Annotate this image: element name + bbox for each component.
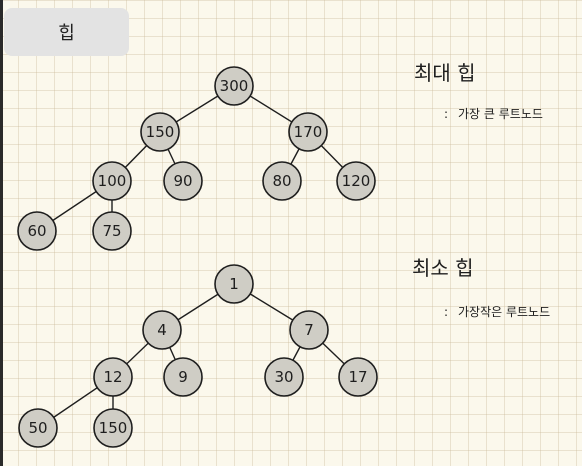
node-value: 9 bbox=[178, 368, 188, 386]
node-value: 12 bbox=[103, 368, 122, 386]
node-value: 100 bbox=[98, 172, 127, 190]
node-value: 120 bbox=[342, 172, 371, 190]
node-value: 60 bbox=[27, 222, 46, 240]
node-value: 50 bbox=[28, 419, 47, 437]
max-heap-edges bbox=[36, 85, 357, 232]
node-value: 4 bbox=[157, 321, 167, 339]
heap-diagram-canvas: 300 150 170 100 90 80 120 60 75 최대 힙 : 가… bbox=[17, 61, 550, 448]
node-value: 150 bbox=[99, 419, 128, 437]
min-heap-edges bbox=[37, 283, 359, 429]
heap-node: 30 bbox=[264, 357, 304, 397]
heap-node: 80 bbox=[262, 161, 302, 201]
node-value: 1 bbox=[229, 275, 239, 293]
node-value: 80 bbox=[272, 172, 291, 190]
heap-node: 150 bbox=[93, 408, 133, 448]
heap-node: 7 bbox=[289, 310, 329, 350]
heap-node: 170 bbox=[288, 112, 328, 152]
node-value: 17 bbox=[348, 368, 367, 386]
max-heap-tree: 300 150 170 100 90 80 120 60 75 bbox=[17, 66, 376, 251]
node-value: 170 bbox=[294, 123, 323, 141]
heap-node: 90 bbox=[163, 161, 203, 201]
heap-node: 150 bbox=[140, 112, 180, 152]
max-heap-bullet: : bbox=[444, 107, 448, 121]
heap-node: 12 bbox=[93, 357, 133, 397]
max-heap-title: 최대 힙 bbox=[414, 61, 476, 85]
heap-node: 4 bbox=[142, 310, 182, 350]
heap-node: 1 bbox=[214, 264, 254, 304]
max-heap-description: 가장 큰 루트노드 bbox=[458, 107, 543, 121]
min-heap-title: 최소 힙 bbox=[412, 256, 474, 280]
heap-node: 60 bbox=[17, 211, 57, 251]
heap-node: 100 bbox=[92, 161, 132, 201]
node-value: 150 bbox=[146, 123, 175, 141]
heap-node: 9 bbox=[163, 357, 203, 397]
heap-node: 75 bbox=[92, 211, 132, 251]
node-value: 7 bbox=[304, 321, 314, 339]
min-heap-description: 가장작은 루트노드 bbox=[458, 305, 550, 319]
heap-node: 50 bbox=[18, 408, 58, 448]
node-value: 300 bbox=[220, 77, 249, 95]
heap-node: 300 bbox=[214, 66, 254, 106]
min-heap-bullet: : bbox=[444, 305, 448, 319]
node-value: 90 bbox=[173, 172, 192, 190]
heap-node: 17 bbox=[338, 357, 378, 397]
min-heap-tree: 1 4 7 12 9 30 17 50 150 bbox=[18, 264, 378, 448]
node-value: 30 bbox=[274, 368, 293, 386]
node-value: 75 bbox=[102, 222, 121, 240]
heap-node: 120 bbox=[336, 161, 376, 201]
